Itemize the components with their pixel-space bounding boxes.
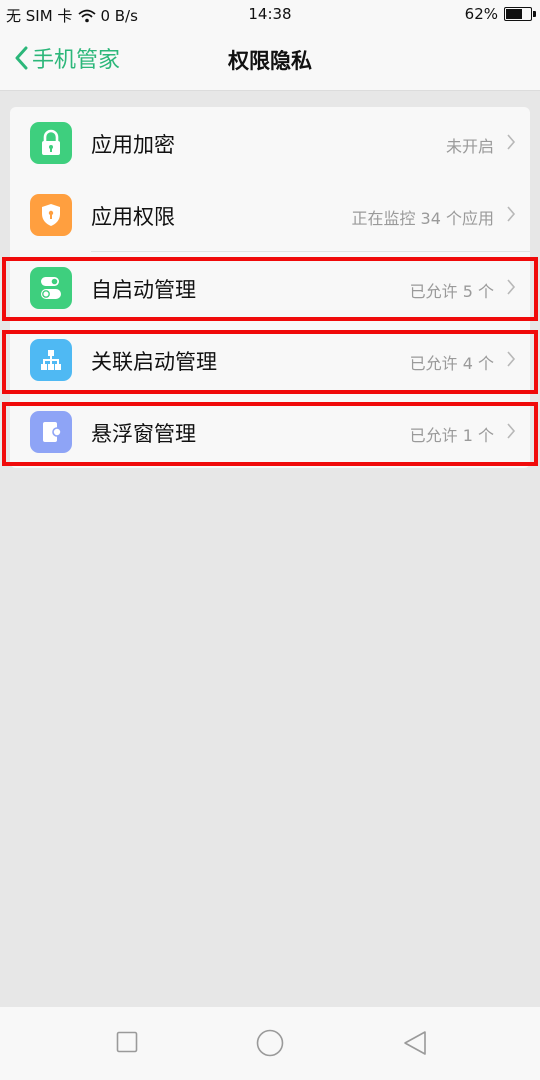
highlight-box <box>2 402 538 466</box>
page-title: 权限隐私 <box>228 49 312 73</box>
shield-icon <box>30 194 72 236</box>
highlight-box <box>2 257 538 321</box>
battery-fill <box>506 9 523 19</box>
status-right: 62% <box>464 5 536 23</box>
list-item-value: 未开启 <box>445 137 494 156</box>
list-item-label: 应用权限 <box>91 205 175 229</box>
clock: 14:38 <box>248 5 292 23</box>
header: 手机管家 权限隐私 <box>0 28 540 91</box>
chevron-right-icon <box>507 134 516 150</box>
home-icon[interactable] <box>256 1029 284 1057</box>
list-item-app-permissions[interactable]: 应用权限 正在监控 34 个应用 <box>10 179 530 251</box>
recent-apps-icon[interactable] <box>116 1031 138 1053</box>
list-item-app-encryption[interactable]: 应用加密 未开启 <box>10 107 530 179</box>
back-nav-icon[interactable] <box>402 1029 428 1057</box>
battery-icon <box>504 7 536 21</box>
list-item-value: 正在监控 34 个应用 <box>351 209 494 228</box>
battery-percent: 62% <box>464 5 498 23</box>
highlight-box <box>2 330 538 394</box>
navigation-bar <box>0 1007 540 1080</box>
lock-icon <box>30 122 72 164</box>
status-bar: 无 SIM 卡 0 B/s 14:38 62% <box>0 0 540 28</box>
list-item-label: 应用加密 <box>91 133 175 157</box>
chevron-right-icon <box>507 206 516 222</box>
